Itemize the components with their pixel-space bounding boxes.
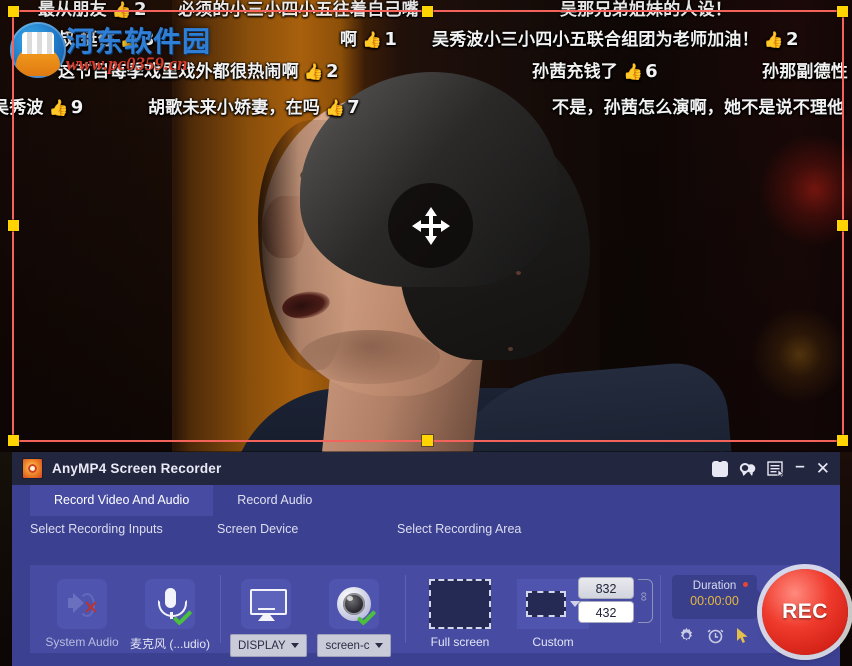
link-chain-icon[interactable] [638,579,653,623]
quick-actions [678,627,750,644]
webcam-icon [329,579,379,629]
enabled-check-icon [172,614,192,627]
tab-record-audio[interactable]: Record Audio [213,485,336,516]
mode-tabs: Record Video And Audio Record Audio [12,485,840,516]
full-screen-option[interactable]: Full screen [418,579,502,649]
chevron-down-icon [291,643,299,648]
globe-logo-icon [10,22,66,78]
screen-device-group: DISPLAY screen-c [226,565,401,653]
section-label-device: Screen Device [217,522,298,536]
settings-gear-icon[interactable] [678,627,695,644]
watermark-url: www.pc0359.cn [66,54,188,76]
chin-shadow [300,330,440,384]
anymp4-app-icon [22,458,43,479]
rec-button[interactable]: REC [762,569,848,655]
group-divider-1 [220,575,221,643]
display-select-label: DISPLAY [238,640,286,652]
site-watermark: 河东软件园 www.pc0359.cn [4,14,224,86]
area-size-inputs: 832 432 [578,577,648,625]
full-screen-icon [429,579,491,629]
controls-card: ✕ System Audio 麦克风 (...udio) [30,565,822,653]
full-screen-label: Full screen [418,635,502,649]
microphone-label: 麦克风 (...udio) [124,635,216,652]
tab-record-video-and-audio[interactable]: Record Video And Audio [30,485,213,516]
webcam-select[interactable]: screen-c [317,634,390,657]
speaker-muted-icon: ✕ [57,579,107,629]
facebook-share-button[interactable] [712,461,728,477]
webcam-device-toggle[interactable]: screen-c [312,579,396,657]
rec-button-label: REC [782,600,828,624]
window-titlebar[interactable]: AnyMP4 Screen Recorder [12,452,840,485]
webcam-select-label: screen-c [325,640,369,652]
system-audio-label: System Audio [44,635,120,649]
facebook-icon [712,461,728,477]
screen-root: 最从朋友👍2 必须的小三小四小五往着自己嘴 吴那兄弟姐妹的人设！ 波叔 挺住👍3… [0,0,852,666]
display-select[interactable]: DISPLAY [230,634,307,657]
screen-recorder-window: AnyMP4 Screen Recorder [12,452,840,666]
section-label-area: Select Recording Area [397,522,521,536]
face-mark-2 [508,347,513,351]
close-button[interactable]: ✕ [816,462,830,476]
section-label-inputs: Select Recording Inputs [30,522,163,536]
minimize-button[interactable]: – [795,461,804,477]
area-height-input[interactable]: 432 [578,601,634,623]
move-selection-handle[interactable] [388,183,473,268]
move-arrows-icon [408,203,454,249]
recording-status-dot [743,582,748,587]
feedback-button[interactable] [739,461,756,477]
area-width-input[interactable]: 832 [578,577,634,599]
microphone-icon [145,579,195,629]
group-divider-3 [660,575,661,643]
system-audio-toggle[interactable]: ✕ System Audio [44,579,120,649]
video-strip-left [0,452,12,666]
display-device-toggle[interactable]: DISPLAY [230,579,302,657]
window-title: AnyMP4 Screen Recorder [52,461,221,476]
custom-area-label: Custom [508,635,598,649]
chevron-down-icon [375,643,383,648]
enabled-check-icon [356,614,376,627]
mouse-cursor-icon[interactable] [736,628,750,644]
group-divider-2 [405,575,406,643]
duration-indicator: Duration 00:00:00 [672,575,757,619]
menu-button[interactable] [767,461,784,477]
section-label-row: Select Recording Inputs Screen Device Se… [12,516,840,544]
microphone-toggle[interactable]: 麦克风 (...udio) [124,579,216,652]
duration-value: 00:00:00 [672,594,757,608]
face-mark-1 [516,271,521,275]
recording-inputs-group: ✕ System Audio 麦克风 (...udio) [30,565,216,653]
monitor-icon [241,579,291,629]
list-menu-icon [767,464,784,481]
speech-bubbles-icon [739,464,756,481]
schedule-alarm-icon[interactable] [707,627,724,644]
